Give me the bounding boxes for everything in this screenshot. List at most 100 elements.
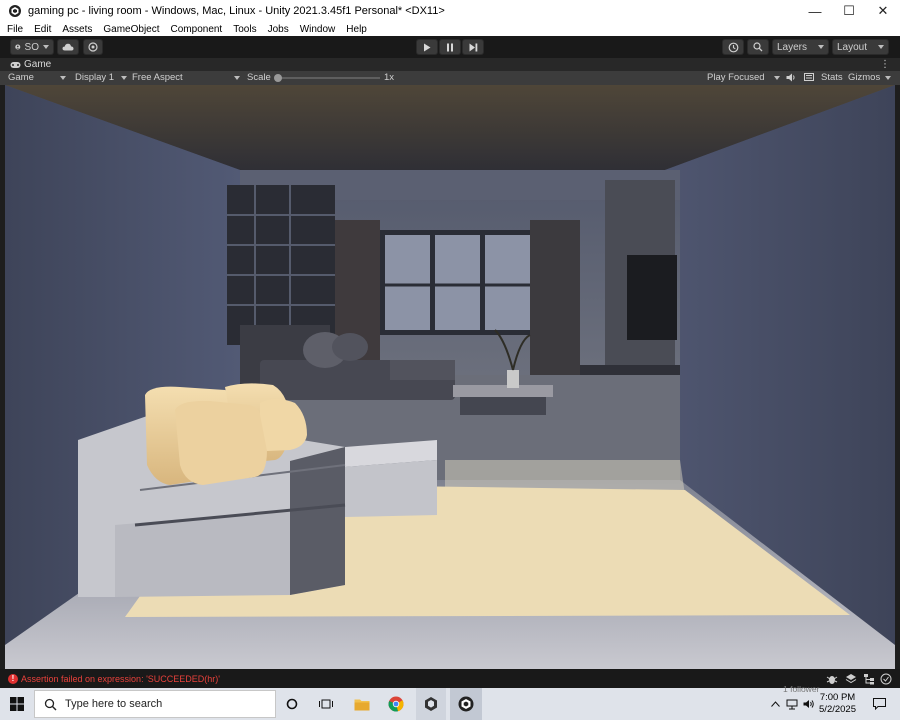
menu-gameobject[interactable]: GameObject — [99, 24, 163, 35]
speaker-icon — [786, 73, 795, 82]
show-hidden-icons-button[interactable] — [768, 688, 782, 720]
play-mode-select-label: Play Focused — [707, 72, 765, 83]
aspect-select-label: Free Aspect — [132, 72, 183, 83]
scale-label: Scale — [247, 72, 271, 83]
notification-center-button[interactable] — [868, 688, 890, 720]
scale-value: 1x — [384, 72, 395, 83]
menu-help[interactable]: Help — [342, 24, 371, 35]
account-button[interactable]: SO — [10, 39, 54, 55]
editor-toolbar: SO Layers Layout — [0, 36, 900, 58]
chevron-down-icon — [60, 76, 66, 80]
play-mode-select[interactable]: Play Focused — [707, 71, 780, 85]
more-options-icon[interactable]: ⋮ — [880, 59, 890, 70]
network-button[interactable] — [784, 688, 800, 720]
menu-jobs[interactable]: Jobs — [264, 24, 293, 35]
cloud-button[interactable] — [57, 39, 79, 55]
game-view-select[interactable]: Game — [8, 71, 68, 85]
minimize-button[interactable]: — — [798, 0, 832, 22]
cloud-icon — [62, 43, 74, 51]
chevron-up-icon — [770, 701, 780, 707]
hierarchy-icon[interactable] — [863, 673, 875, 685]
layers-dropdown[interactable]: Layers — [772, 39, 829, 55]
game-view-select-label: Game — [8, 72, 34, 83]
taskbar-search-input[interactable]: Type here to search — [34, 690, 276, 718]
chevron-down-icon — [121, 76, 127, 80]
bug-icon[interactable] — [826, 673, 838, 685]
stats-button[interactable]: Stats — [821, 71, 843, 85]
cortana-button[interactable] — [280, 688, 304, 720]
history-button[interactable] — [722, 39, 744, 55]
game-view-toolbar: Game Display 1 Free Aspect Scale 1x Play… — [0, 71, 900, 85]
search-button[interactable] — [747, 39, 769, 55]
taskbar-search-placeholder: Type here to search — [65, 698, 163, 710]
game-scene-render — [5, 85, 895, 669]
unity-hub-button[interactable] — [416, 688, 446, 720]
check-circle-icon[interactable] — [880, 673, 892, 685]
history-icon — [728, 42, 738, 52]
collab-button[interactable] — [83, 39, 103, 55]
volume-button[interactable] — [801, 688, 817, 720]
play-button[interactable] — [416, 39, 438, 55]
close-button[interactable]: ✕ — [866, 0, 900, 22]
chevron-down-icon — [43, 45, 49, 49]
console-status-bar[interactable]: ! Assertion failed on expression: 'SUCCE… — [0, 669, 900, 688]
display-select[interactable]: Display 1 — [75, 71, 127, 85]
chrome-button[interactable] — [382, 688, 410, 720]
layout-dropdown[interactable]: Layout — [832, 39, 889, 55]
step-button[interactable] — [462, 39, 484, 55]
menu-tools[interactable]: Tools — [229, 24, 260, 35]
pause-button[interactable] — [439, 39, 461, 55]
menu-bar: File Edit Assets GameObject Component To… — [0, 22, 900, 36]
chevron-down-icon — [885, 76, 891, 80]
keyboard-icon — [804, 73, 814, 82]
layers-label: Layers — [777, 41, 808, 53]
error-icon: ! — [8, 673, 18, 684]
scale-slider-thumb[interactable] — [274, 74, 282, 82]
cushion — [175, 400, 267, 485]
pause-icon — [447, 43, 453, 51]
menu-window[interactable]: Window — [296, 24, 340, 35]
taskbar-clock[interactable]: 7:00 PM 5/2/2025 — [819, 692, 856, 716]
stats-toggle-icon-holder[interactable] — [804, 71, 814, 85]
tab-game-label: Game — [24, 59, 52, 70]
unity-hub-icon — [425, 697, 437, 711]
menu-component[interactable]: Component — [167, 24, 227, 35]
start-button[interactable] — [0, 688, 34, 720]
scale-slider-track — [276, 77, 380, 79]
account-label: SO — [24, 41, 39, 53]
game-viewport[interactable] — [5, 85, 895, 669]
account-icon — [15, 44, 21, 50]
unity-logo-icon — [458, 696, 474, 712]
tv — [627, 255, 677, 340]
task-view-button[interactable] — [313, 688, 339, 720]
cortana-icon — [286, 698, 298, 710]
volume-icon — [803, 700, 814, 708]
unity-editor-button[interactable] — [450, 688, 482, 720]
menu-edit[interactable]: Edit — [30, 24, 55, 35]
audio-mute-button[interactable] — [786, 71, 796, 85]
game-tab-row: Game ⋮ — [0, 58, 900, 71]
clock-time: 7:00 PM — [819, 692, 856, 703]
window — [380, 230, 540, 335]
windows-logo-icon — [10, 697, 24, 711]
notification-icon — [872, 698, 886, 710]
tab-game[interactable]: Game — [0, 59, 51, 70]
window-title: gaming pc - living room - Windows, Mac, … — [28, 5, 445, 17]
menu-assets[interactable]: Assets — [58, 24, 96, 35]
clock-date: 5/2/2025 — [819, 704, 856, 715]
scale-slider[interactable] — [274, 71, 380, 85]
bookshelf — [227, 185, 335, 345]
chevron-down-icon — [774, 76, 780, 80]
layers-stack-icon[interactable] — [845, 673, 857, 685]
network-icon — [786, 699, 798, 709]
aspect-select[interactable]: Free Aspect — [132, 71, 242, 85]
maximize-button[interactable]: ☐ — [832, 0, 866, 22]
menu-file[interactable]: File — [3, 24, 27, 35]
chevron-down-icon — [234, 76, 240, 80]
file-explorer-button[interactable] — [348, 688, 376, 720]
step-icon — [469, 43, 477, 51]
task-view-icon — [319, 699, 333, 709]
error-message[interactable]: Assertion failed on expression: 'SUCCEED… — [21, 674, 220, 684]
gamepad-icon — [10, 61, 21, 68]
gizmos-dropdown[interactable]: Gizmos — [848, 71, 893, 85]
